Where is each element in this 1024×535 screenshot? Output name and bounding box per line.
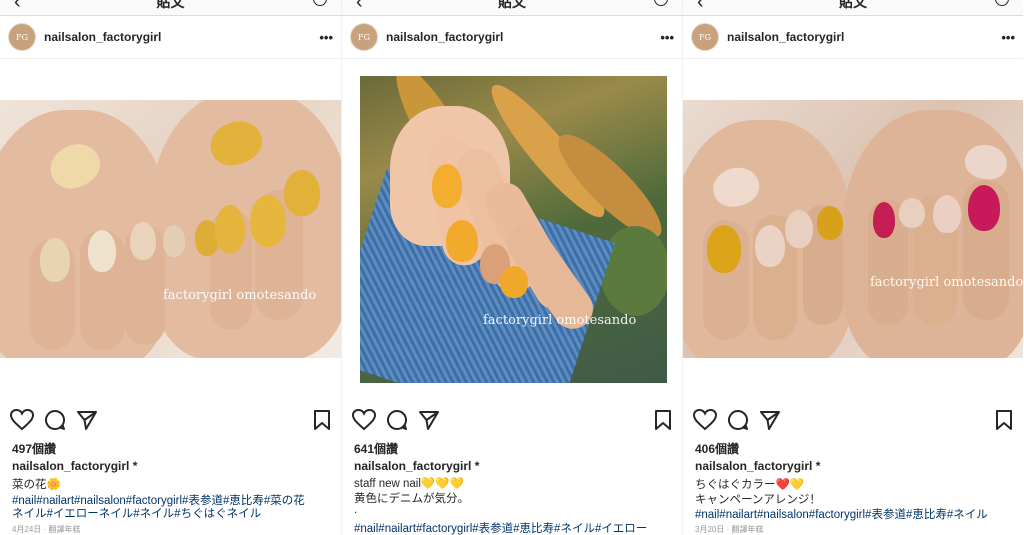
action-bar: [693, 409, 1013, 433]
heart-icon[interactable]: [352, 409, 376, 431]
username[interactable]: nailsalon_factorygirl: [44, 30, 319, 44]
caption-username[interactable]: nailsalon_factorygirl *: [354, 459, 479, 473]
post-panel: ‹ 貼文 FG nailsalon_factorygirl ••• factor…: [341, 0, 682, 535]
divider: [0, 58, 341, 59]
nail-yellow: [817, 206, 843, 240]
nail-pink: [873, 202, 895, 238]
share-icon[interactable]: [759, 409, 781, 431]
photo-watermark: factorygirl omotesando: [870, 275, 1023, 290]
caption-username[interactable]: nailsalon_factorygirl *: [12, 459, 137, 473]
like-count[interactable]: 641個讚: [354, 440, 398, 457]
nail-yellow: [500, 266, 528, 298]
bookmark-icon[interactable]: [654, 409, 672, 431]
post-photo[interactable]: factorygirl omotesando: [360, 76, 667, 383]
post-header: FG nailsalon_factorygirl •••: [691, 22, 1015, 52]
username[interactable]: nailsalon_factorygirl: [386, 30, 660, 44]
leaf: [600, 226, 667, 316]
post-photo[interactable]: factorygirl omotesando: [683, 100, 1023, 358]
nail-clear: [785, 210, 813, 248]
caption-hashtags[interactable]: #nail#nailart#factorygirl#表参道#恵比寿#ネイル#イエ…: [354, 520, 647, 535]
nail-yellow: [215, 205, 245, 253]
comment-icon[interactable]: [44, 409, 66, 431]
heart-icon[interactable]: [10, 409, 34, 431]
action-bar: [10, 409, 331, 433]
caption-text: 黄色にデニムが気分。: [354, 493, 469, 505]
nail-yellow: [284, 170, 320, 216]
photo-watermark: factorygirl omotesando: [483, 313, 637, 328]
share-icon[interactable]: [76, 409, 98, 431]
avatar[interactable]: FG: [691, 23, 719, 51]
post-meta: 4月24日 · 翻譯年糕: [12, 525, 81, 534]
nail-clear: [163, 225, 185, 257]
action-bar: [352, 409, 672, 433]
top-nav-bar: ‹ 貼文: [683, 0, 1023, 16]
caption-hashtags[interactable]: #nail#nailart#nailsalon#factorygirl#表参道#…: [695, 506, 988, 522]
more-dots-icon[interactable]: •••: [1001, 30, 1015, 45]
post-header: FG nailsalon_factorygirl •••: [8, 22, 333, 52]
divider: [342, 58, 682, 59]
post-panel: ‹ 貼文 FG nailsalon_factorygirl ••• factor…: [0, 0, 341, 535]
nail-clear: [88, 230, 116, 272]
bookmark-icon[interactable]: [995, 409, 1013, 431]
comment-icon[interactable]: [727, 409, 749, 431]
top-nav-bar: ‹ 貼文: [342, 0, 682, 16]
nav-title: 貼文: [498, 0, 526, 10]
divider: [683, 58, 1023, 59]
nail-clear: [933, 195, 961, 233]
like-count[interactable]: 497個讚: [12, 440, 56, 457]
nail-yellow: [446, 220, 478, 262]
nail-clear: [130, 222, 156, 260]
caption-text: キャンペーンアレンジ！: [695, 494, 821, 506]
nail-yellow: [707, 225, 741, 273]
share-icon[interactable]: [418, 409, 440, 431]
bookmark-icon[interactable]: [313, 409, 331, 431]
avatar[interactable]: FG: [8, 23, 36, 51]
photo-watermark: factorygirl omotesando: [163, 288, 317, 303]
more-dots-icon[interactable]: •••: [660, 30, 674, 45]
post-panel: ‹ 貼文 FG nailsalon_factorygirl ••• factor…: [682, 0, 1023, 535]
heart-icon[interactable]: [693, 409, 717, 431]
nav-title: 貼文: [156, 0, 185, 10]
nail-clear: [755, 225, 785, 267]
top-nav-bar: ‹ 貼文: [0, 0, 341, 16]
nail-yellow: [432, 164, 462, 208]
nav-title: 貼文: [839, 0, 867, 10]
caption-text: ちぐはぐカラー❤️💛: [695, 479, 805, 491]
nail-clear: [899, 198, 925, 228]
caption-hashtags[interactable]: ネイル#イエローネイル#ネイル#ちぐはぐネイル: [12, 505, 261, 521]
caption-username[interactable]: nailsalon_factorygirl *: [695, 459, 820, 473]
nail-pink: [968, 185, 1000, 231]
nail-clear: [40, 238, 70, 282]
post-photo[interactable]: factorygirl omotesando: [0, 100, 341, 358]
username[interactable]: nailsalon_factorygirl: [727, 30, 1001, 44]
caption-text: 菜の花🌼: [12, 479, 61, 491]
comment-icon[interactable]: [386, 409, 408, 431]
post-meta: 3月20日 · 翻譯年糕: [695, 525, 764, 534]
caption-text: staff new nail💛💛💛: [354, 478, 464, 490]
more-dots-icon[interactable]: •••: [319, 30, 333, 45]
nail-yellow: [250, 195, 286, 247]
post-header: FG nailsalon_factorygirl •••: [350, 22, 674, 52]
like-count[interactable]: 406個讚: [695, 440, 739, 457]
caption-text: .: [354, 504, 358, 516]
avatar[interactable]: FG: [350, 23, 378, 51]
